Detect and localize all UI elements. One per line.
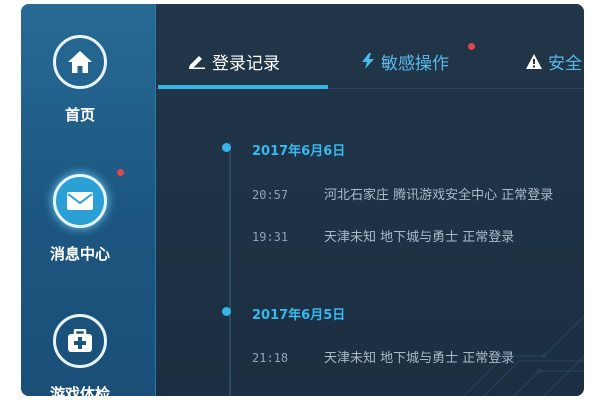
medical-kit-icon bbox=[68, 329, 92, 352]
mail-icon-button[interactable] bbox=[53, 174, 107, 228]
record-text: 河北石家庄 腾讯游戏安全中心 正常登录 bbox=[324, 188, 554, 203]
circuit-decoration bbox=[463, 315, 584, 396]
app-window: 首页 消息中心 游戏体检 登录记录 敏感操作 安全 2017年6月6日 20:5… bbox=[21, 4, 584, 396]
timeline-date: 2017年6月5日 bbox=[252, 308, 346, 323]
tab-bar: 登录记录 敏感操作 安全 bbox=[156, 4, 584, 89]
record-text: 天津未知 地下城与勇士 正常登录 bbox=[324, 230, 515, 245]
main-panel: 登录记录 敏感操作 安全 2017年6月6日 20:57 河北石家庄 腾讯游戏安全… bbox=[156, 4, 584, 396]
sidebar-item-label: 消息中心 bbox=[49, 245, 110, 263]
timeline-date: 2017年6月6日 bbox=[252, 144, 346, 159]
sidebar-item-messages[interactable]: 消息中心 bbox=[21, 169, 155, 269]
sidebar-item-game-check[interactable]: 游戏体检 bbox=[21, 312, 155, 396]
medical-kit-icon-button[interactable] bbox=[53, 314, 107, 368]
lightning-icon bbox=[361, 53, 375, 69]
active-tab-indicator bbox=[158, 85, 328, 89]
tab-security[interactable]: 安全 bbox=[526, 48, 582, 74]
list-item: 19:31 天津未知 地下城与勇士 正常登录 bbox=[252, 226, 514, 245]
sidebar-item-label: 游戏体检 bbox=[49, 385, 110, 396]
tab-label: 登录记录 bbox=[212, 53, 280, 74]
sidebar: 首页 消息中心 游戏体检 bbox=[21, 4, 156, 396]
tab-label: 敏感操作 bbox=[381, 53, 449, 74]
mail-icon bbox=[67, 192, 93, 210]
timeline-dot bbox=[222, 307, 231, 316]
record-time: 19:31 bbox=[252, 230, 289, 244]
timeline-axis bbox=[229, 142, 231, 396]
notification-dot bbox=[468, 43, 475, 50]
home-icon bbox=[68, 51, 92, 73]
list-item: 20:57 河北石家庄 腾讯游戏安全中心 正常登录 bbox=[252, 184, 553, 203]
pencil-icon bbox=[188, 53, 206, 69]
sidebar-item-home[interactable]: 首页 bbox=[21, 30, 155, 130]
record-time: 21:18 bbox=[252, 351, 289, 365]
warning-icon bbox=[526, 53, 542, 69]
record-time: 20:57 bbox=[252, 188, 289, 202]
tab-label: 安全 bbox=[548, 53, 582, 74]
sidebar-item-label: 首页 bbox=[64, 106, 95, 124]
home-icon-button[interactable] bbox=[53, 35, 107, 89]
tab-login-records[interactable]: 登录记录 bbox=[188, 48, 280, 74]
tab-sensitive-ops[interactable]: 敏感操作 bbox=[361, 43, 475, 74]
notification-dot bbox=[117, 169, 124, 176]
timeline-dot bbox=[222, 143, 231, 152]
